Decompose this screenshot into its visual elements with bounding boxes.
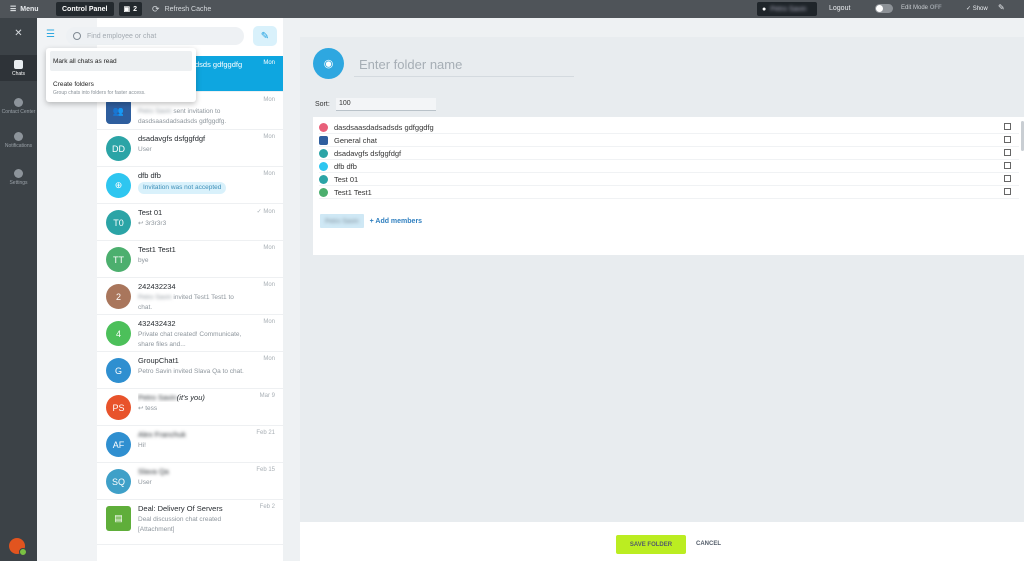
checkbox[interactable] xyxy=(1004,175,1011,182)
rail-item-chats[interactable]: Chats xyxy=(0,55,37,81)
chat-row[interactable]: ▤ Deal: Delivery Of Servers Deal discuss… xyxy=(97,500,283,545)
add-members-link[interactable]: + Add members xyxy=(370,218,422,225)
chat-icon xyxy=(319,174,328,184)
hamburger-icon: ☰ xyxy=(10,6,17,13)
group-icon: 👥 xyxy=(106,99,131,124)
avatar: T0 xyxy=(106,210,131,235)
user-icon: ● xyxy=(762,5,767,13)
tasks-badge-button[interactable]: ▣ 2 xyxy=(118,2,143,16)
folder-name-input[interactable]: Enter folder name xyxy=(354,55,574,77)
chat-row[interactable]: SQ Slava Qa User Feb 15 xyxy=(97,463,283,500)
checkbox[interactable] xyxy=(1004,162,1011,169)
refresh-cache-button[interactable]: ⟳ Refresh Cache xyxy=(152,4,211,15)
filter-icon[interactable]: ☰ xyxy=(46,29,55,40)
rail-item-notifications[interactable]: Notifications xyxy=(0,132,37,149)
contact-center-icon xyxy=(14,98,23,107)
chat-selection-list: dasdsaasdadsadsds gdfggdfg General chat … xyxy=(313,117,1024,255)
chats-icon xyxy=(14,60,23,69)
user-add-icon: ⊕ xyxy=(106,173,131,198)
book-icon: ▣ xyxy=(123,6,131,13)
avatar: AF xyxy=(106,432,131,457)
avatar: 2 xyxy=(106,284,131,309)
user-icon xyxy=(319,187,328,197)
chat-row[interactable]: ⊕ dfb dfb Invitation was not accepted Mo… xyxy=(97,167,283,204)
list-item[interactable]: dfb dfb xyxy=(319,160,1019,173)
avatar: DD xyxy=(106,136,131,161)
camera-icon[interactable]: ◉ xyxy=(313,48,344,79)
chat-options-menu: Mark all chats as read Create folders Gr… xyxy=(46,48,196,102)
chat-icon xyxy=(319,122,328,132)
chat-row[interactable]: 2 242432234 Petro Savin invited Test1 Te… xyxy=(97,278,283,315)
user-avatar[interactable] xyxy=(9,538,27,556)
close-icon[interactable]: ✕ xyxy=(0,28,37,42)
pin-icon[interactable]: ✎ xyxy=(998,3,1005,12)
user-icon xyxy=(319,148,328,158)
chat-list-panel: ☰ Find employee or chat ✎ dsds gdfggdfg … xyxy=(37,18,283,561)
logout-link[interactable]: Logout xyxy=(829,5,850,12)
folder-editor: ◉ Enter folder name Sort: 100 dasdsaasda… xyxy=(300,18,1024,561)
chat-icon xyxy=(319,135,328,145)
edit-mode-toggle[interactable] xyxy=(875,4,893,13)
top-bar: ☰ Menu Control Panel ▣ 2 ⟳ Refresh Cache… xyxy=(0,0,1024,18)
chat-row[interactable]: DD dsadavgfs dsfggfdgf User Mon xyxy=(97,130,283,167)
show-toggle[interactable]: ✓ Show xyxy=(966,5,988,12)
mark-all-read-item[interactable]: Mark all chats as read xyxy=(50,51,192,71)
folder-form: ◉ Enter folder name Sort: 100 dasdsaasda… xyxy=(300,37,1024,522)
chat-row[interactable]: T0 Test 01 ↩ 3r3r3r3 ✓ Mon xyxy=(97,204,283,241)
avatar: PS xyxy=(106,395,131,420)
checkbox[interactable] xyxy=(1004,188,1011,195)
menu-button[interactable]: ☰ Menu xyxy=(0,5,52,14)
search-icon xyxy=(73,32,81,40)
avatar: G xyxy=(106,358,131,383)
footer-bar: SAVE FOLDER CANCEL xyxy=(300,522,1024,561)
checkbox[interactable] xyxy=(1004,123,1011,130)
chat-row[interactable]: G GroupChat1 Petro Savin invited Slava Q… xyxy=(97,352,283,389)
list-item[interactable]: General chat xyxy=(319,134,1019,147)
left-rail: ✕ Chats Contact Center Notifications Set… xyxy=(0,18,37,561)
user-add-icon xyxy=(319,161,328,171)
sort-input[interactable]: 100 xyxy=(336,98,436,111)
avatar: SQ xyxy=(106,469,131,494)
gear-icon xyxy=(14,169,23,178)
rail-item-contact-center[interactable]: Contact Center xyxy=(0,98,37,115)
member-chip[interactable]: Petro Savin xyxy=(320,214,364,228)
list-item[interactable]: Test1 Test1 xyxy=(319,186,1019,199)
avatar: 4 xyxy=(106,321,131,346)
sort-label: Sort: xyxy=(315,101,330,108)
save-folder-button[interactable]: SAVE FOLDER xyxy=(616,535,686,554)
bell-icon xyxy=(14,132,23,141)
create-folders-item[interactable]: Create folders xyxy=(53,81,94,88)
avatar: TT xyxy=(106,247,131,272)
compose-button[interactable]: ✎ xyxy=(253,26,277,46)
edit-mode-label: Edit Mode OFF xyxy=(901,5,942,11)
divider xyxy=(283,18,300,561)
refresh-icon: ⟳ xyxy=(152,3,160,14)
rail-item-settings[interactable]: Settings xyxy=(0,169,37,186)
list-item[interactable]: Test 01 xyxy=(319,173,1019,186)
checkbox[interactable] xyxy=(1004,136,1011,143)
create-folders-description: Group chats into folders for faster acce… xyxy=(53,90,146,96)
chat-row[interactable]: 4 432432432 Private chat created! Commun… xyxy=(97,315,283,352)
checkbox[interactable] xyxy=(1004,149,1011,156)
control-panel-button[interactable]: Control Panel xyxy=(56,2,114,16)
list-item[interactable]: dsadavgfs dsfggfdgf xyxy=(319,147,1019,160)
cancel-button[interactable]: CANCEL xyxy=(696,541,721,547)
deal-icon: ▤ xyxy=(106,506,131,531)
search-input[interactable]: Find employee or chat xyxy=(66,27,244,45)
list-item[interactable]: dasdsaasdadsadsds gdfggdfg xyxy=(319,121,1019,134)
user-menu-button[interactable]: ● Petro Savin xyxy=(757,2,817,16)
status-badge: Invitation was not accepted xyxy=(138,182,227,194)
chat-row[interactable]: AF Alex Franchuk Hi! Feb 21 xyxy=(97,426,283,463)
chat-row[interactable]: TT Test1 Test1 bye Mon xyxy=(97,241,283,278)
chat-row[interactable]: PS Petro Savin(it's you) ↩ tess Mar 9 xyxy=(97,389,283,426)
members-row: Petro Savin + Add members xyxy=(320,213,422,229)
